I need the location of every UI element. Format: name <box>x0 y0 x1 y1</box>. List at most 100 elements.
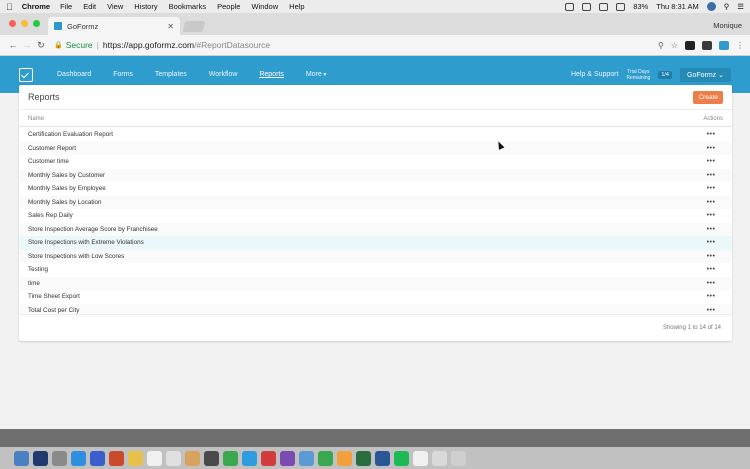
profile-name[interactable]: Monique <box>713 21 742 30</box>
row-actions-icon[interactable]: ••• <box>699 199 723 206</box>
chrome-icon[interactable] <box>204 451 219 466</box>
row-actions-icon[interactable]: ••• <box>699 293 723 300</box>
nav-workflow[interactable]: Workflow <box>209 71 238 78</box>
table-row[interactable]: Monthly Sales by Customer ••• <box>19 168 732 182</box>
table-row[interactable]: Sales Rep Daily ••• <box>19 209 732 223</box>
forward-icon[interactable]: → <box>20 40 34 50</box>
word-icon[interactable] <box>375 451 390 466</box>
nav-dashboard[interactable]: Dashboard <box>57 71 91 78</box>
menu-help[interactable]: Help <box>289 2 304 11</box>
extension-dark-icon[interactable] <box>702 40 712 50</box>
close-window-icon[interactable] <box>9 20 16 27</box>
menu-app-name[interactable]: Chrome <box>22 2 50 11</box>
table-row[interactable]: Monthly Sales by Employee ••• <box>19 182 732 196</box>
row-actions-icon[interactable]: ••• <box>699 185 723 192</box>
chrome-menu-icon[interactable]: ⋮ <box>736 41 744 50</box>
zoom-search-icon[interactable]: ⚲ <box>658 41 664 50</box>
org-dropdown[interactable]: GoFormz ⌄ <box>680 67 731 82</box>
menu-view[interactable]: View <box>107 2 123 11</box>
music-icon[interactable] <box>261 451 276 466</box>
wifi-icon[interactable] <box>582 2 592 11</box>
clock[interactable]: Thu 8:31 AM <box>656 2 699 11</box>
user-avatar-icon[interactable] <box>706 2 716 11</box>
search-icon[interactable]: ⚲ <box>724 2 730 11</box>
apple-icon[interactable]:  <box>6 2 13 12</box>
new-tab-button[interactable] <box>182 21 206 32</box>
row-actions-icon[interactable]: ••• <box>699 145 723 152</box>
nav-reports[interactable]: Reports <box>259 71 284 78</box>
table-row[interactable]: Store Inspections with Low Scores ••• <box>19 249 732 263</box>
row-actions-icon[interactable]: ••• <box>699 172 723 179</box>
table-row[interactable]: Store Inspections with Extreme Violation… <box>19 236 732 250</box>
siri-icon[interactable] <box>33 451 48 466</box>
report-name[interactable]: Monthly Sales by Customer <box>28 172 105 179</box>
excel-icon[interactable] <box>356 451 371 466</box>
report-name[interactable]: Time Sheet Export <box>28 293 80 300</box>
row-actions-icon[interactable]: ••• <box>699 158 723 165</box>
address-bar[interactable]: 🔒 Secure | https://app.goformz.com/#Repo… <box>54 38 658 53</box>
messages-icon[interactable] <box>223 451 238 466</box>
table-row[interactable]: Customer time ••• <box>19 155 732 169</box>
menu-history[interactable]: History <box>134 2 157 11</box>
dropbox-icon[interactable] <box>565 2 575 11</box>
nav-more[interactable]: More <box>306 71 327 78</box>
tab-close-icon[interactable]: ✕ <box>167 22 174 31</box>
report-name[interactable]: Customer time <box>28 158 69 165</box>
menu-list-icon[interactable]: ☰ <box>737 2 744 11</box>
volume-icon[interactable] <box>616 2 626 11</box>
document-icon[interactable] <box>413 451 428 466</box>
table-row[interactable]: Monthly Sales by Location ••• <box>19 195 732 209</box>
table-row[interactable]: Certification Evaluation Report ••• <box>19 128 732 142</box>
podcasts-icon[interactable] <box>280 451 295 466</box>
zoom-window-icon[interactable] <box>33 20 40 27</box>
row-actions-icon[interactable]: ••• <box>699 212 723 219</box>
extension-flag-icon[interactable] <box>685 40 695 50</box>
reload-icon[interactable]: ↻ <box>34 40 48 51</box>
nav-forms[interactable]: Forms <box>113 71 133 78</box>
pages-icon[interactable] <box>337 451 352 466</box>
contacts-icon[interactable] <box>185 451 200 466</box>
report-name[interactable]: Store Inspections with Low Scores <box>28 253 124 260</box>
column-name[interactable]: Name <box>28 116 44 122</box>
back-icon[interactable]: ← <box>6 40 20 50</box>
table-row[interactable]: Customer Report ••• <box>19 141 732 155</box>
nav-templates[interactable]: Templates <box>155 71 187 78</box>
report-name[interactable]: Store Inspection Average Score by Franch… <box>28 226 158 233</box>
bookmark-star-icon[interactable]: ☆ <box>671 41 678 50</box>
calendar-icon[interactable] <box>147 451 162 466</box>
trash-icon[interactable] <box>451 451 466 466</box>
row-actions-icon[interactable]: ••• <box>699 131 723 138</box>
downloads-icon[interactable] <box>432 451 447 466</box>
report-name[interactable]: Monthly Sales by Employee <box>28 185 106 192</box>
create-button[interactable]: Create <box>693 90 723 104</box>
minimize-window-icon[interactable] <box>21 20 28 27</box>
menu-edit[interactable]: Edit <box>83 2 96 11</box>
app-store-icon[interactable] <box>242 451 257 466</box>
battery-percent[interactable]: 83% <box>633 2 648 11</box>
menu-people[interactable]: People <box>217 2 240 11</box>
photoshop-icon[interactable] <box>90 451 105 466</box>
reminders-icon[interactable] <box>166 451 181 466</box>
report-name[interactable]: Sales Rep Daily <box>28 212 73 219</box>
row-actions-icon[interactable]: ••• <box>699 266 723 273</box>
report-name[interactable]: Testing <box>28 266 48 273</box>
report-name[interactable]: Certification Evaluation Report <box>28 131 113 138</box>
table-row[interactable]: Time Sheet Export ••• <box>19 290 732 304</box>
help-support-link[interactable]: Help & Support <box>571 71 618 78</box>
row-actions-icon[interactable]: ••• <box>699 239 723 246</box>
airplay-icon[interactable] <box>599 2 609 11</box>
row-actions-icon[interactable]: ••• <box>699 226 723 233</box>
report-name[interactable]: Monthly Sales by Location <box>28 199 102 206</box>
table-row[interactable]: Store Inspection Average Score by Franch… <box>19 222 732 236</box>
maps-icon[interactable] <box>109 451 124 466</box>
safari-icon[interactable] <box>71 451 86 466</box>
report-name[interactable]: Store Inspections with Extreme Violation… <box>28 239 144 246</box>
keynote-icon[interactable] <box>299 451 314 466</box>
report-name[interactable]: time <box>28 280 40 287</box>
launchpad-icon[interactable] <box>52 451 67 466</box>
browser-tab[interactable]: GoFormz ✕ <box>48 17 180 35</box>
spotify-icon[interactable] <box>394 451 409 466</box>
menu-window[interactable]: Window <box>251 2 278 11</box>
menu-file[interactable]: File <box>60 2 72 11</box>
row-actions-icon[interactable]: ••• <box>699 307 723 314</box>
